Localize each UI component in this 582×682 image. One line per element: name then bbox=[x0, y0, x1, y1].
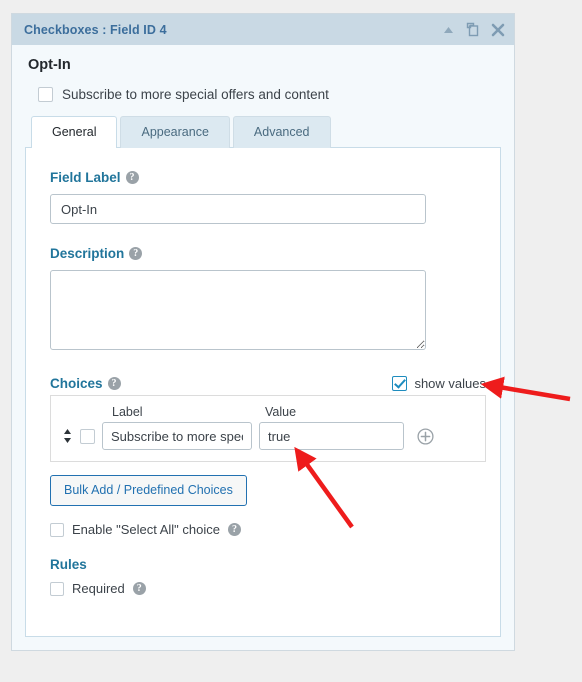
column-header-label: Label bbox=[112, 405, 143, 419]
panel-title: Checkboxes : Field ID 4 bbox=[24, 22, 167, 37]
preview-field-label: Opt-In bbox=[28, 57, 71, 73]
required-label: Required bbox=[72, 581, 125, 596]
rules-heading-text: Rules bbox=[50, 557, 87, 572]
field-label-heading-text: Field Label bbox=[50, 170, 121, 185]
description-textarea[interactable] bbox=[50, 270, 426, 350]
description-heading: Description ? bbox=[50, 246, 476, 261]
choices-column-headers: Label Value bbox=[62, 405, 474, 419]
required-row[interactable]: Required ? bbox=[50, 581, 476, 596]
duplicate-icon[interactable] bbox=[465, 22, 480, 37]
choices-heading: Choices ? bbox=[50, 376, 121, 391]
choice-row bbox=[62, 422, 474, 450]
choice-value-input[interactable] bbox=[259, 422, 404, 450]
choice-label-input[interactable] bbox=[102, 422, 252, 450]
help-icon[interactable]: ? bbox=[125, 171, 139, 184]
collapse-icon[interactable] bbox=[443, 26, 454, 34]
help-icon[interactable]: ? bbox=[227, 523, 241, 536]
preview-choice-row: Subscribe to more special offers and con… bbox=[28, 87, 498, 102]
show-values-toggle[interactable]: show values bbox=[392, 376, 486, 391]
plus-circle-icon[interactable] bbox=[417, 427, 434, 445]
tab-general[interactable]: General bbox=[31, 116, 118, 149]
field-preview: Opt-In Subscribe to more special offers … bbox=[12, 45, 514, 116]
help-icon[interactable]: ? bbox=[132, 582, 146, 595]
preview-choice-label: Subscribe to more special offers and con… bbox=[62, 87, 329, 102]
tab-advanced[interactable]: Advanced bbox=[232, 116, 331, 148]
select-all-checkbox[interactable] bbox=[50, 522, 64, 537]
bulk-add-button[interactable]: Bulk Add / Predefined Choices bbox=[50, 475, 247, 506]
field-settings-panel: Checkboxes : Field ID 4 Opt-In Subscribe… bbox=[11, 13, 515, 651]
choices-heading-text: Choices bbox=[50, 376, 103, 391]
choice-default-checkbox[interactable] bbox=[80, 428, 95, 444]
field-label-heading: Field Label ? bbox=[50, 170, 476, 185]
show-values-checkbox[interactable] bbox=[392, 376, 408, 391]
drag-handle-icon[interactable] bbox=[62, 428, 73, 444]
choices-header-row: Choices ? show values bbox=[50, 376, 486, 391]
titlebar-icon-group bbox=[443, 22, 505, 37]
field-label-input[interactable] bbox=[50, 194, 426, 224]
show-values-label: show values bbox=[414, 376, 486, 391]
screen: Checkboxes : Field ID 4 Opt-In Subscribe… bbox=[0, 0, 582, 682]
help-icon[interactable]: ? bbox=[107, 377, 121, 390]
column-header-value: Value bbox=[265, 405, 297, 419]
tab-content-general: Field Label ? Description ? Choices ? sh… bbox=[25, 147, 501, 637]
select-all-label: Enable "Select All" choice bbox=[72, 522, 220, 537]
panel-titlebar: Checkboxes : Field ID 4 bbox=[12, 14, 514, 45]
preview-choice-checkbox[interactable] bbox=[38, 87, 53, 102]
required-checkbox[interactable] bbox=[50, 581, 64, 596]
choices-box: Label Value bbox=[50, 395, 486, 462]
close-icon[interactable] bbox=[491, 23, 505, 37]
settings-tabs: General Appearance Advanced bbox=[12, 116, 514, 149]
tab-appearance[interactable]: Appearance bbox=[120, 116, 230, 148]
help-icon[interactable]: ? bbox=[129, 247, 143, 260]
rules-heading: Rules bbox=[50, 557, 476, 572]
description-heading-text: Description bbox=[50, 246, 125, 261]
select-all-row[interactable]: Enable "Select All" choice ? bbox=[50, 522, 476, 537]
